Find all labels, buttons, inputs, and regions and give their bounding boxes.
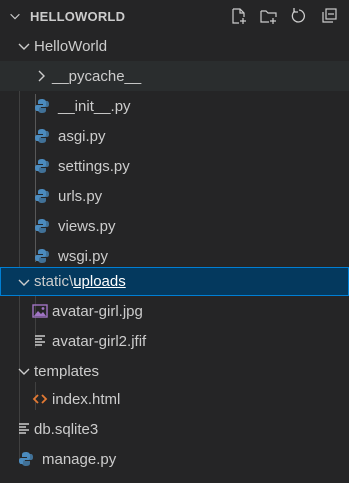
generic-file-icon xyxy=(35,335,45,346)
tree-item-avatar-girl2-jfif[interactable]: avatar-girl2.jfif xyxy=(0,326,349,356)
tree-item-templates-folder[interactable]: templates xyxy=(0,356,349,386)
python-file-icon xyxy=(35,99,49,113)
generic-file-icon xyxy=(19,423,29,434)
tree-item-label: asgi.py xyxy=(58,127,106,145)
tree-item-label: templates xyxy=(34,362,100,380)
tree-item-views-file[interactable]: views.py xyxy=(0,211,349,241)
tree-item-label: avatar-girl2.jfif xyxy=(52,332,147,350)
explorer-actions xyxy=(229,6,339,26)
tree-item-urls-file[interactable]: urls.py xyxy=(0,181,349,211)
tree-item-label: db.sqlite3 xyxy=(34,420,99,438)
tree-item-label: static\uploads xyxy=(34,273,126,290)
tree-item-helloworld-folder[interactable]: HelloWorld xyxy=(0,31,349,61)
tree-item-settings-file[interactable]: settings.py xyxy=(0,151,349,181)
python-file-icon xyxy=(35,219,49,233)
tree-item-label: views.py xyxy=(58,217,116,235)
python-file-icon xyxy=(35,189,49,203)
explorer-header[interactable]: HELLOWORLD xyxy=(0,0,349,34)
tree-item-label: __init__.py xyxy=(58,97,131,115)
tree-item-label: urls.py xyxy=(58,187,103,205)
chevron-down-icon xyxy=(18,368,30,375)
html-file-icon xyxy=(32,394,48,404)
tree-item-pycache-folder[interactable]: __pycache__ xyxy=(0,61,349,91)
tree-item-label: wsgi.py xyxy=(58,247,109,265)
tree-item-label: HelloWorld xyxy=(34,37,108,55)
uploads-folder-label[interactable]: uploads xyxy=(73,273,126,290)
tree-item-index-html[interactable]: index.html xyxy=(0,384,349,414)
tree-item-label: settings.py xyxy=(58,157,130,175)
chevron-down-icon[interactable] xyxy=(8,9,22,23)
tree-item-db-sqlite3[interactable]: db.sqlite3 xyxy=(0,414,349,444)
python-file-icon xyxy=(35,249,49,263)
python-file-icon xyxy=(35,129,49,143)
tree-item-label: index.html xyxy=(52,390,121,408)
static-folder-label: static xyxy=(34,273,70,290)
tree-item-init-file[interactable]: __init__.py xyxy=(0,91,349,121)
tree-item-static-uploads-folder[interactable]: static\uploads xyxy=(0,267,349,296)
refresh-icon[interactable] xyxy=(289,6,309,26)
chevron-down-icon xyxy=(18,43,30,50)
tree-item-asgi-file[interactable]: asgi.py xyxy=(0,121,349,151)
tree-item-label: avatar-girl.jpg xyxy=(52,302,143,320)
collapse-all-icon[interactable] xyxy=(319,6,339,26)
explorer-panel: HELLOWORLD HelloWorld __pycache__ __init… xyxy=(0,0,349,483)
python-file-icon xyxy=(35,159,49,173)
tree-item-label: manage.py xyxy=(42,450,117,468)
new-folder-icon[interactable] xyxy=(259,6,279,26)
python-file-icon xyxy=(19,452,33,466)
tree-item-manage-py[interactable]: manage.py xyxy=(0,444,349,474)
tree-item-label: __pycache__ xyxy=(52,67,142,85)
chevron-right-icon xyxy=(38,70,45,82)
image-file-icon xyxy=(32,304,48,318)
new-file-icon[interactable] xyxy=(229,6,249,26)
chevron-down-icon xyxy=(18,279,30,286)
workspace-title: HELLOWORLD xyxy=(30,9,126,24)
tree-item-avatar-girl-jpg[interactable]: avatar-girl.jpg xyxy=(0,296,349,326)
